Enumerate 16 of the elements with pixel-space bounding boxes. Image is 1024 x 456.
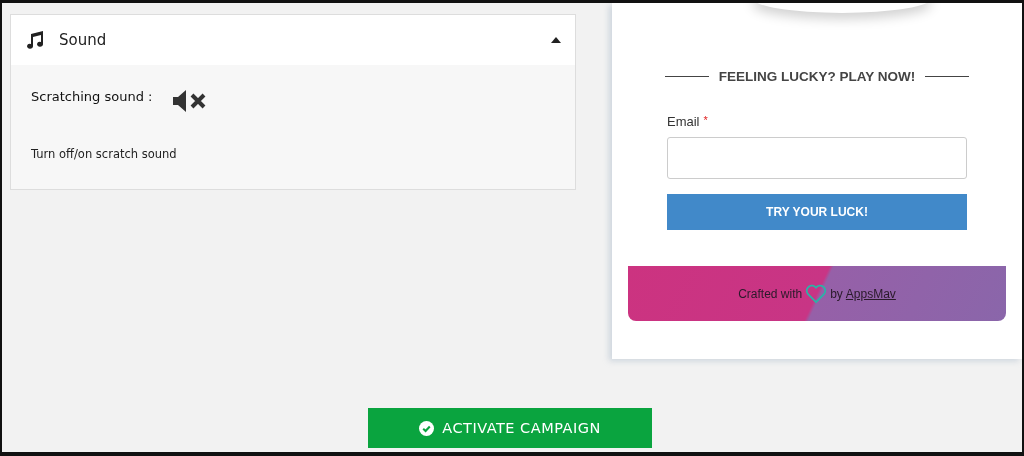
footer-text: Crafted with [738,286,803,301]
activate-campaign-button[interactable]: ACTIVATE CAMPAIGN [368,408,652,448]
required-mark: * [703,114,708,128]
footer-text: by [830,286,843,301]
setting-label: Scratching sound : [31,89,153,104]
help-text: Turn off/on scratch sound [31,147,177,161]
email-label: Email [667,114,700,129]
appsmav-link[interactable]: AppsMav [845,286,896,301]
check-circle-icon [419,420,435,436]
panel-title: Sound [59,31,108,49]
email-field[interactable] [667,137,967,179]
heart-icon [805,283,828,304]
collapse-caret-icon[interactable] [551,37,561,43]
card-heading: FEELING LUCKY? PLAY NOW! [718,69,916,84]
try-your-luck-button[interactable]: TRY YOUR LUCK! [667,194,967,230]
music-note-icon [25,30,45,50]
